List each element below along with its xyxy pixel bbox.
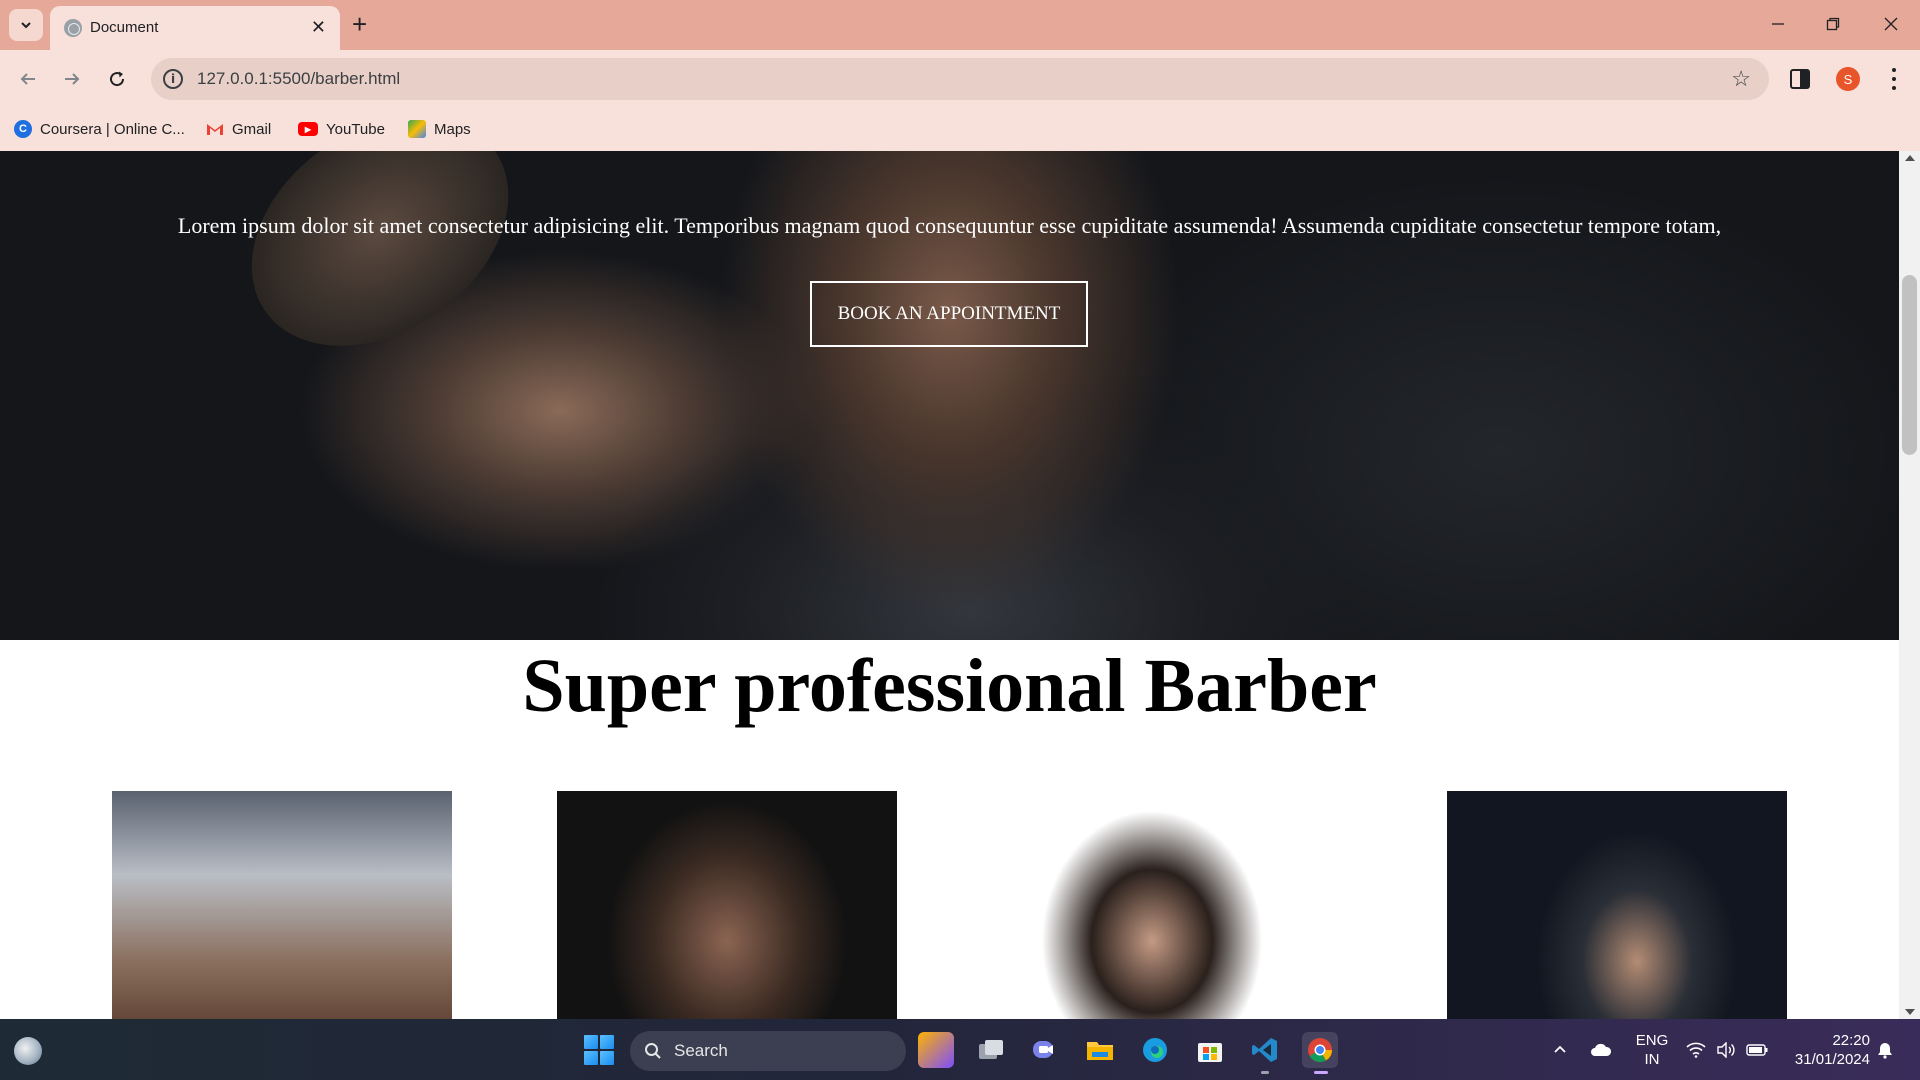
scroll-up-arrow-icon[interactable] <box>1905 155 1915 161</box>
youtube-icon: ▶ <box>298 122 318 136</box>
close-window-button[interactable] <box>1871 10 1911 38</box>
book-appointment-button[interactable]: BOOK AN APPOINTMENT <box>810 281 1088 347</box>
arrow-left-icon <box>20 73 35 85</box>
section-title: Super professional Barber <box>522 644 1377 728</box>
bookmark-coursera[interactable]: C Coursera | Online C... <box>14 118 185 140</box>
search-icon <box>645 1043 661 1059</box>
tray-overflow-icon[interactable] <box>1552 1019 1568 1080</box>
scroll-thumb[interactable] <box>1902 275 1917 455</box>
bookmarks-bar: C Coursera | Online C... Gmail ▶ YouTube… <box>0 108 1920 151</box>
weather-widget-icon[interactable] <box>14 1037 42 1065</box>
forward-button[interactable] <box>57 64 87 94</box>
site-info-icon[interactable]: i <box>163 69 183 89</box>
page-viewport: Lorem ipsum dolor sit amet consectetur a… <box>0 151 1899 1019</box>
reload-button[interactable] <box>102 64 132 94</box>
bookmark-youtube[interactable]: ▶ YouTube <box>298 118 385 140</box>
task-view-icon[interactable] <box>973 1032 1009 1068</box>
coursera-icon: C <box>14 120 32 138</box>
file-explorer-icon[interactable] <box>1082 1032 1118 1068</box>
region-code: IN <box>1644 1051 1660 1068</box>
edge-icon[interactable] <box>1137 1032 1173 1068</box>
notification-bell-icon[interactable] <box>1876 1019 1894 1080</box>
minimize-icon <box>1772 23 1784 25</box>
vscode-icon[interactable] <box>1247 1032 1283 1074</box>
clock-date: 31/01/2024 <box>1794 1051 1870 1068</box>
bookmark-gmail[interactable]: Gmail <box>206 118 271 140</box>
wifi-icon[interactable] <box>1686 1019 1706 1080</box>
bookmark-label: Gmail <box>232 120 272 138</box>
tab-search-button[interactable] <box>9 9 43 41</box>
back-button[interactable] <box>13 64 43 94</box>
bookmark-label: Maps <box>434 120 471 138</box>
bookmark-label: Coursera | Online C... <box>40 120 185 138</box>
language-code: ENG <box>1635 1032 1669 1049</box>
onedrive-icon[interactable] <box>1590 1019 1612 1080</box>
barber-photo-4 <box>1447 791 1787 1019</box>
hero-arm-decoration <box>207 151 553 394</box>
windows-start-icon[interactable] <box>584 1035 614 1065</box>
language-indicator[interactable]: ENG IN <box>1630 1031 1674 1069</box>
chrome-menu-icon[interactable] <box>1884 66 1904 92</box>
restore-icon <box>1826 17 1840 31</box>
clock-time: 22:20 <box>1832 1032 1870 1049</box>
taskbar-search[interactable]: Search <box>630 1031 906 1071</box>
close-icon <box>1884 17 1898 31</box>
gmail-icon <box>207 124 223 135</box>
browser-tab[interactable]: Document ✕ <box>50 6 340 50</box>
globe-icon <box>64 19 82 37</box>
close-tab-icon[interactable]: ✕ <box>311 16 326 38</box>
page-scrollbar[interactable] <box>1899 151 1920 1019</box>
chevron-down-icon <box>21 22 31 29</box>
reload-icon <box>110 71 125 87</box>
browser-toolbar: i 127.0.0.1:5500/barber.html ☆ S <box>0 50 1920 108</box>
arrow-right-icon <box>65 73 80 85</box>
side-panel-icon[interactable] <box>1790 69 1810 89</box>
microsoft-store-icon[interactable] <box>1192 1032 1228 1068</box>
bookmark-label: YouTube <box>326 120 385 138</box>
barber-photo-2 <box>557 791 897 1019</box>
profile-avatar[interactable]: S <box>1836 67 1860 91</box>
bookmark-maps[interactable]: Maps <box>408 118 471 140</box>
hero-paragraph: Lorem ipsum dolor sit amet consectetur a… <box>177 213 1722 238</box>
barber-photo-1 <box>112 791 452 1019</box>
scroll-down-arrow-icon[interactable] <box>1905 1009 1915 1015</box>
volume-icon[interactable] <box>1716 1019 1736 1080</box>
restore-button[interactable] <box>1813 10 1853 38</box>
address-bar[interactable]: i 127.0.0.1:5500/barber.html ☆ <box>151 58 1769 100</box>
battery-icon[interactable] <box>1746 1019 1768 1080</box>
url-text[interactable]: 127.0.0.1:5500/barber.html <box>197 69 400 89</box>
copilot-preview-icon[interactable] <box>918 1032 954 1068</box>
tab-title: Document <box>90 19 159 36</box>
teams-chat-icon[interactable] <box>1027 1032 1063 1068</box>
windows-taskbar: Search ENG IN 22:20 31/01/2024 <box>0 1019 1920 1080</box>
maps-icon <box>408 120 426 138</box>
chrome-taskbar-icon[interactable] <box>1302 1032 1338 1074</box>
system-clock[interactable]: 22:20 31/01/2024 <box>1780 1031 1870 1069</box>
bookmark-star-icon[interactable]: ☆ <box>1731 66 1751 92</box>
barber-photo-3 <box>1002 791 1342 1019</box>
new-tab-button[interactable]: + <box>352 10 367 38</box>
search-placeholder: Search <box>674 1041 728 1060</box>
browser-titlebar: Document ✕ + <box>0 0 1920 50</box>
minimize-button[interactable] <box>1758 10 1798 38</box>
